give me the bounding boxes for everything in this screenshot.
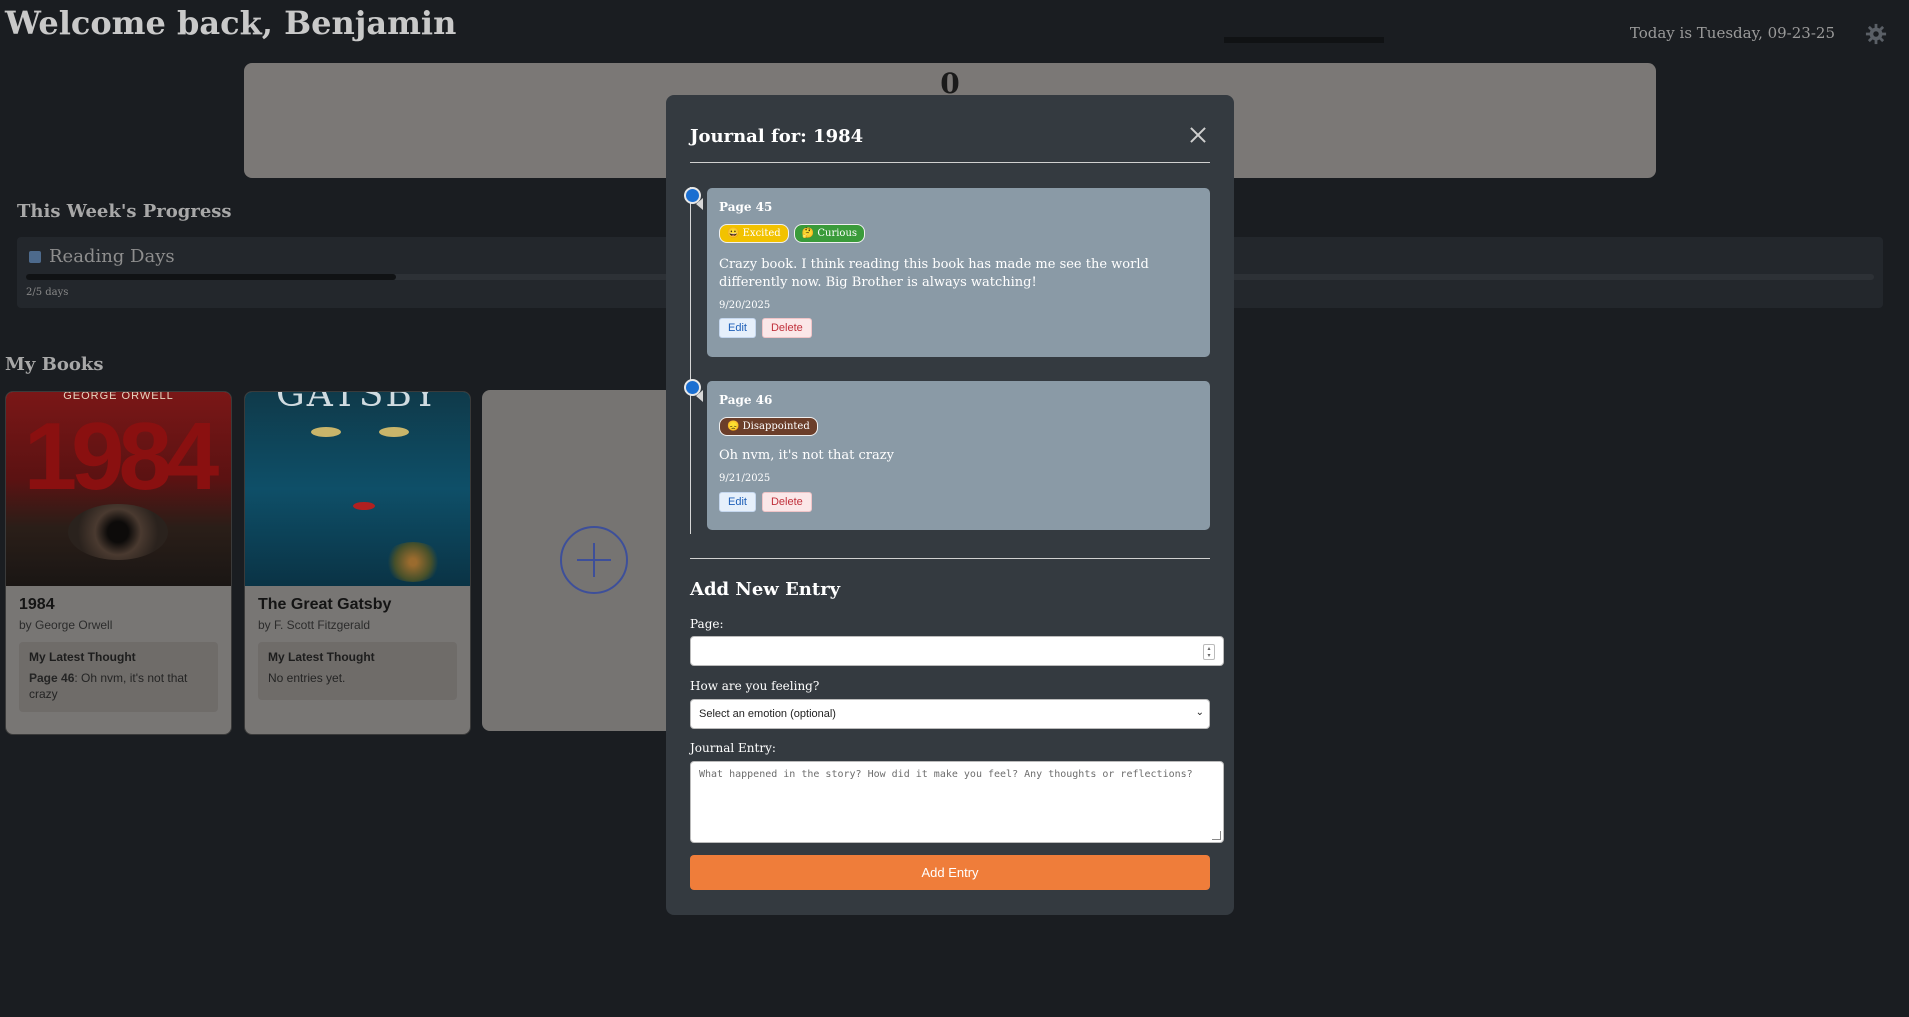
entry-text: Crazy book. I think reading this book ha… <box>719 257 1149 290</box>
add-book-card[interactable] <box>482 390 682 731</box>
feeling-label: How are you feeling? <box>690 679 820 693</box>
delete-button[interactable]: Delete <box>761 318 812 338</box>
book-info: 1984 by George Orwell My Latest Thought … <box>6 586 231 722</box>
cover-lights-art <box>383 542 443 582</box>
emotion-select[interactable]: Select an emotion (optional) ⌄ <box>690 699 1210 729</box>
book-cover-gatsby: GATSBY <box>245 392 470 586</box>
entry-date: 9/20/2025 <box>719 300 771 311</box>
entry-actions: Edit Delete <box>719 492 812 512</box>
book-info: The Great Gatsby by F. Scott Fitzgerald … <box>245 586 470 710</box>
emotion-select-value: Select an emotion (optional) <box>699 708 836 720</box>
reading-days-count: 2/5 days <box>26 287 69 298</box>
add-entry-title: Add New Entry <box>690 579 841 600</box>
page-number-input[interactable]: ▴ ▾ <box>690 636 1224 666</box>
tag-curious: 🤔 Curious <box>793 224 866 243</box>
entry-text: Oh nvm, it's not that crazy <box>719 448 894 463</box>
reading-days-label: Reading Days <box>49 246 175 267</box>
plus-circle-icon <box>560 526 628 594</box>
reading-days-fill <box>26 274 396 280</box>
page-label: Page: <box>690 617 724 631</box>
chevron-down-icon: ⌄ <box>1195 707 1204 718</box>
journal-entry-label: Journal Entry: <box>690 741 776 755</box>
week-progress-title: This Week's Progress <box>17 201 232 222</box>
journal-entry: Page 46 😞 Disappointed Oh nvm, it's not … <box>707 381 1210 530</box>
latest-thought: My Latest Thought Page 46: Oh nvm, it's … <box>19 642 218 712</box>
latest-thought-heading: My Latest Thought <box>268 650 375 664</box>
my-books-title: My Books <box>5 354 104 375</box>
book-title: The Great Gatsby <box>258 596 392 613</box>
welcome-heading: Welcome back, Benjamin <box>5 4 457 42</box>
journal-modal: Journal for: 1984 Page 45 😀 Excited 🤔 Cu… <box>666 95 1234 915</box>
entry-page: Page 45 <box>719 200 773 214</box>
cover-title-text: 1984 <box>23 403 220 510</box>
progress-fill-segment <box>1224 37 1384 43</box>
edit-button[interactable]: Edit <box>719 492 756 512</box>
entry-actions: Edit Delete <box>719 318 812 338</box>
modal-title: Journal for: 1984 <box>690 126 864 147</box>
book-card-great-gatsby[interactable]: GATSBY The Great Gatsby by F. Scott Fitz… <box>244 391 471 735</box>
gear-icon[interactable] <box>1865 23 1887 45</box>
book-card-1984[interactable]: GEORGE ORWELL 1984 1984 by George Orwell… <box>5 391 232 735</box>
divider <box>690 558 1210 559</box>
edit-button[interactable]: Edit <box>719 318 756 338</box>
book-title: 1984 <box>19 596 55 613</box>
book-author: by F. Scott Fitzgerald <box>258 618 371 632</box>
add-entry-button[interactable]: Add Entry <box>690 855 1210 890</box>
reading-days-header: Reading Days <box>29 246 175 267</box>
cover-lips-art <box>353 502 375 510</box>
journal-entry-placeholder: What happened in the story? How did it m… <box>699 769 1193 780</box>
entry-tags: 😀 Excited 🤔 Curious <box>719 224 866 243</box>
latest-thought-heading: My Latest Thought <box>29 650 136 664</box>
latest-thought-text: No entries yet. <box>268 671 346 685</box>
delete-button[interactable]: Delete <box>761 492 812 512</box>
entry-page: Page 46 <box>719 393 773 407</box>
book-cover-1984: GEORGE ORWELL 1984 <box>6 392 231 586</box>
latest-thought-text: Page 46: Oh nvm, it's not that crazy <box>29 670 208 702</box>
tag-excited: 😀 Excited <box>719 224 789 243</box>
tag-disappointed: 😞 Disappointed <box>719 417 818 436</box>
entry-tags: 😞 Disappointed <box>719 417 818 436</box>
timeline-arrow <box>696 198 703 210</box>
timeline-arrow <box>696 390 703 402</box>
journal-entry: Page 45 😀 Excited 🤔 Curious Crazy book. … <box>707 188 1210 357</box>
latest-thought-page: Page 46 <box>29 671 75 685</box>
entry-date: 9/21/2025 <box>719 473 771 484</box>
today-date: Today is Tuesday, 09-23-25 <box>1629 24 1835 42</box>
calendar-icon <box>29 250 41 263</box>
journal-entry-textarea[interactable]: What happened in the story? How did it m… <box>690 761 1224 843</box>
close-icon[interactable] <box>1188 125 1208 145</box>
timeline-line <box>690 187 691 534</box>
book-author: by George Orwell <box>19 618 113 632</box>
number-spinner-icon[interactable]: ▴ ▾ <box>1203 644 1215 660</box>
resize-handle-icon[interactable] <box>1212 831 1221 840</box>
cover-eye-art <box>379 427 409 437</box>
cover-author-text: GEORGE ORWELL <box>63 392 174 402</box>
divider <box>690 162 1210 163</box>
latest-thought: My Latest Thought No entries yet. <box>258 642 457 700</box>
cover-eye-art <box>68 504 168 560</box>
cover-title-text: GATSBY <box>275 392 440 415</box>
cover-eye-art <box>311 427 341 437</box>
